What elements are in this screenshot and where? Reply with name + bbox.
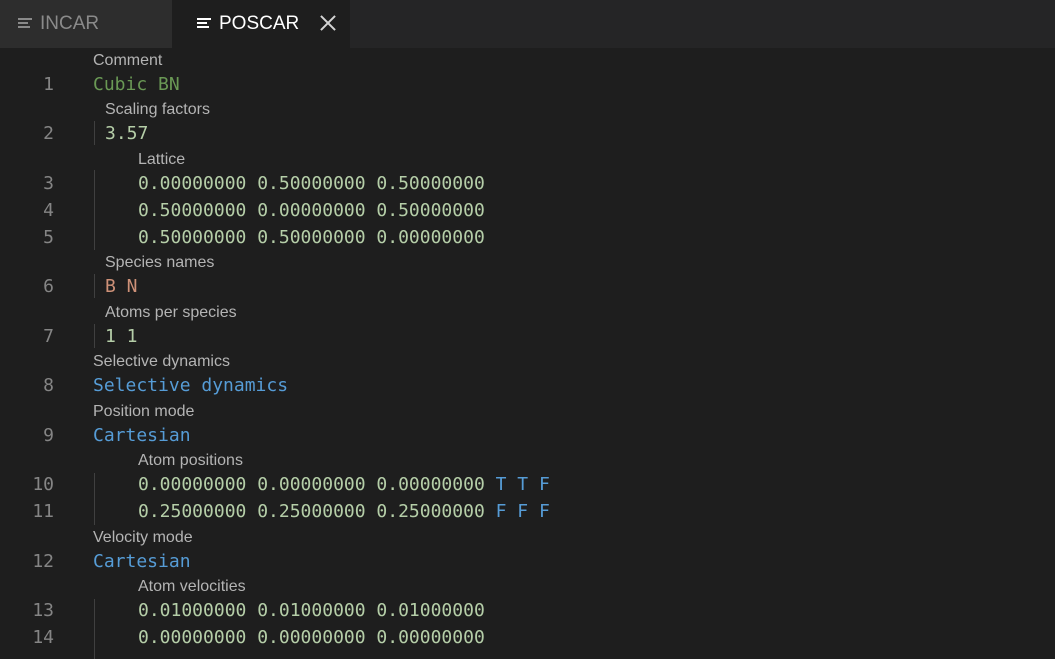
hint-velocity-mode: Velocity mode [93,529,193,546]
hint-selective-dynamics: Selective dynamics [93,353,230,370]
tab-bar: INCAR POSCAR [0,0,1055,48]
line-number: 12 [32,551,54,572]
code-lattice-row: 0.50000000 0.00000000 0.50000000 [138,200,485,221]
hint-atoms-per-species: Atoms per species [105,304,237,321]
hint-position-mode: Position mode [93,403,195,420]
line-number: 9 [43,425,54,446]
hint-scaling-factors: Scaling factors [105,101,210,118]
hint-atom-velocities: Atom velocities [138,578,246,595]
line-number: 4 [43,200,54,221]
tab-label: POSCAR [219,13,300,34]
line-number: 1 [43,74,54,95]
code-lattice-row: 0.50000000 0.50000000 0.00000000 [138,227,485,248]
file-lines-icon [197,18,211,30]
hint-atom-positions: Atom positions [138,452,243,469]
hint-species-names: Species names [105,254,215,271]
indent-guide [94,324,95,348]
code-atom-position-row: 0.00000000 0.00000000 0.00000000 T T F [138,474,550,495]
close-icon[interactable] [318,13,338,33]
indent-guide [94,121,95,145]
tab-incar[interactable]: INCAR [0,0,172,48]
code-selective-dynamics: Selective dynamics [93,375,289,396]
indent-guide [94,170,95,250]
tab-label: INCAR [40,13,100,34]
code-velocity-mode: Cartesian [93,551,191,572]
code-scaling-factor: 3.57 [105,123,149,144]
line-number: 2 [43,123,54,144]
line-number: 11 [32,501,54,522]
line-number: 13 [32,600,54,621]
hint-lattice: Lattice [138,151,186,168]
indent-guide [94,473,95,525]
line-number: 7 [43,326,54,347]
line-number: 10 [32,474,54,495]
line-number: 14 [32,627,54,648]
code-atom-velocity-row: 0.01000000 0.01000000 0.01000000 [138,600,485,621]
file-lines-icon [18,18,32,30]
position-values: 0.00000000 0.00000000 0.00000000 [138,474,485,495]
code-position-mode: Cartesian [93,425,191,446]
line-number: 5 [43,227,54,248]
selective-flags: F F F [495,501,550,522]
indent-guide [94,599,95,659]
line-number: 6 [43,276,54,297]
code-lattice-row: 0.00000000 0.50000000 0.50000000 [138,173,485,194]
tab-poscar[interactable]: POSCAR [172,0,350,48]
indent-guide [94,274,95,298]
code-comment: Cubic BN [93,74,180,95]
code-editor[interactable]: Comment Scaling factors Lattice Species … [0,48,1055,659]
line-number: 3 [43,173,54,194]
position-values: 0.25000000 0.25000000 0.25000000 [138,501,485,522]
code-atom-velocity-row: 0.00000000 0.00000000 0.00000000 [138,627,485,648]
line-number: 8 [43,375,54,396]
code-atom-position-row: 0.25000000 0.25000000 0.25000000 F F F [138,501,550,522]
hint-comment: Comment [93,52,163,69]
code-atoms-per-species: 1 1 [105,326,138,347]
selective-flags: T T F [495,474,550,495]
code-species-names: B N [105,276,138,297]
